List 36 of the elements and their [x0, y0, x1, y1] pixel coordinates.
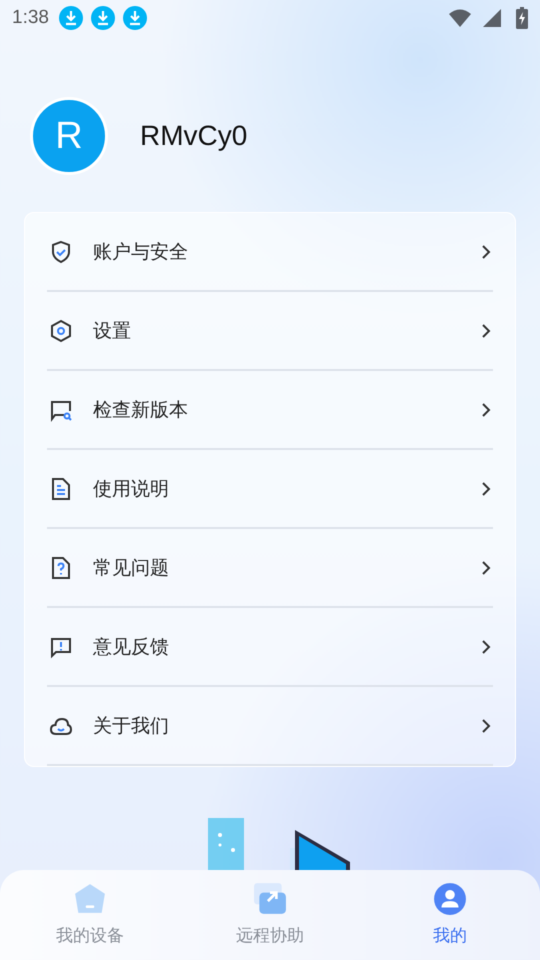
menu-label: 关于我们: [93, 714, 170, 738]
menu-item[interactable]: 常见问题: [47, 529, 493, 608]
menu-label: 检查新版本: [93, 398, 189, 422]
menu-item[interactable]: 检查新版本: [47, 371, 493, 450]
question-document-icon: [49, 556, 73, 580]
status-time: 1:38: [12, 7, 49, 29]
menu-label: 设置: [93, 318, 132, 344]
download-icon: [58, 6, 83, 30]
chevron-right-icon: [481, 560, 491, 576]
menu-item[interactable]: 使用说明: [47, 450, 493, 529]
house-icon: [73, 882, 107, 916]
menu-item[interactable]: 设置: [47, 292, 493, 371]
menu-label: 账户与安全: [93, 240, 189, 264]
menu-item[interactable]: 账户与安全: [47, 213, 493, 292]
chevron-right-icon: [481, 480, 491, 496]
menu-item[interactable]: 意见反馈: [47, 608, 493, 687]
shield-icon: [49, 240, 73, 264]
menu-label: 使用说明: [93, 476, 170, 502]
username: RMvCy0: [140, 120, 248, 152]
chevron-right-icon: [481, 322, 491, 338]
share-screen-icon: [253, 882, 287, 916]
chevron-right-icon: [481, 718, 491, 734]
user-icon: [433, 882, 467, 916]
menu-label: 常见问题: [93, 556, 170, 580]
chevron-right-icon: [481, 638, 491, 654]
nav-tab[interactable]: 我的: [360, 870, 540, 960]
download-icon: [90, 6, 115, 30]
wifi-icon: [448, 8, 472, 28]
chevron-right-icon: [481, 244, 491, 260]
battery-icon: [516, 7, 528, 29]
menu-item[interactable]: 关于我们: [47, 687, 493, 766]
download-icon: [122, 6, 147, 30]
chevron-right-icon: [481, 402, 491, 418]
settings-icon: [49, 318, 73, 342]
menu-label: 意见反馈: [93, 634, 170, 660]
document-icon: [49, 476, 73, 500]
